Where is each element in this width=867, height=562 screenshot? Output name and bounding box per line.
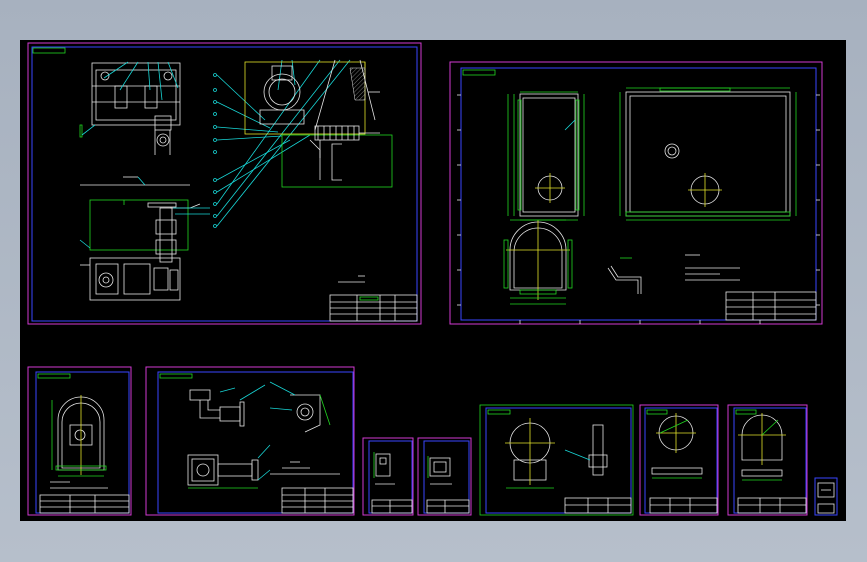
- sheet-pipe-assembly[interactable]: [145, 366, 355, 516]
- title-block-flange: [649, 497, 718, 514]
- title-block-bracket: [39, 494, 130, 514]
- sheet-housing-drawing[interactable]: [449, 61, 823, 325]
- title-block-support: [564, 497, 632, 514]
- sheet-tiny-b[interactable]: [417, 437, 472, 516]
- title-block-housing: [725, 291, 817, 321]
- cad-model-space[interactable]: [20, 40, 846, 521]
- title-block-arch: [737, 497, 807, 514]
- drawing-layout: [27, 42, 838, 516]
- title-block-pipe: [281, 487, 354, 514]
- sheet-main-assembly[interactable]: [27, 42, 422, 325]
- leader-bubbles: [213, 73, 217, 228]
- sheet-small-bracket[interactable]: [27, 366, 132, 516]
- sheet-support-drawing[interactable]: [479, 404, 634, 516]
- sheet-icon-sheet[interactable]: [814, 477, 838, 516]
- title-block-main: [329, 294, 418, 322]
- sheet-tiny-a[interactable]: [362, 437, 414, 516]
- sheet-arch-drawing[interactable]: [727, 404, 808, 516]
- sheet-flange-drawing[interactable]: [639, 404, 719, 516]
